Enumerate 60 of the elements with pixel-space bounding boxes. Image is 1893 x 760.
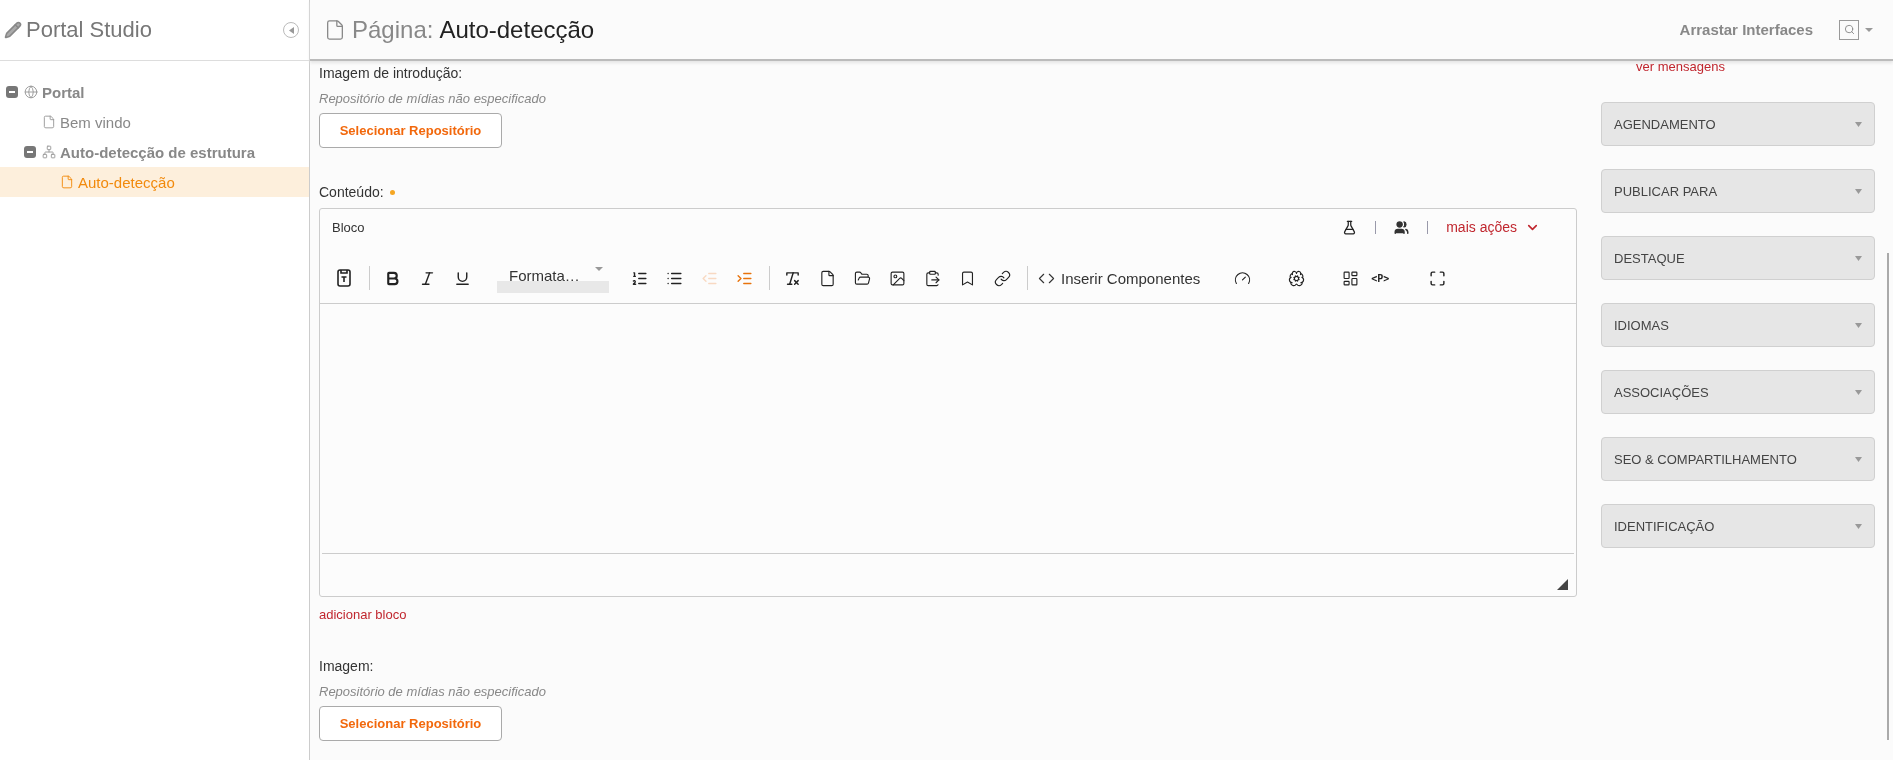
layout-icon <box>1341 269 1359 287</box>
caret-down-icon <box>1855 389 1862 395</box>
block-title: Bloco <box>332 219 366 235</box>
paragraph-tag-button[interactable]: <P> <box>1369 272 1392 284</box>
caret-down-icon <box>1855 456 1862 462</box>
accordion-header[interactable]: SEO & COMPARTILHAMENTO <box>1601 437 1875 481</box>
collapse-icon[interactable] <box>24 146 36 158</box>
page-icon <box>818 269 836 287</box>
field-label: Imagem: <box>319 658 374 674</box>
template-icon <box>336 268 352 288</box>
accordion-header[interactable]: IDIOMAS <box>1601 303 1875 347</box>
collapse-icon[interactable] <box>6 86 18 98</box>
media-note: Repositório de mídias não especificado <box>319 684 546 699</box>
accordion-header[interactable]: ASSOCIAÇÕES <box>1601 370 1875 414</box>
clear-format-icon <box>783 269 801 287</box>
caret-down-icon <box>1855 121 1862 127</box>
tree-item[interactable]: Auto-detecção de estrutura <box>0 137 309 167</box>
accordion-header[interactable]: IDENTIFICAÇÃO <box>1601 504 1875 548</box>
caret-left-icon <box>288 26 294 34</box>
brain-gear-icon <box>1287 269 1305 287</box>
clipboard-icon <box>923 269 941 287</box>
underline-icon <box>453 269 471 287</box>
caret-down-icon <box>1855 322 1862 328</box>
gauge-icon <box>1233 269 1251 287</box>
tree-item[interactable]: Bem vindo <box>0 107 309 137</box>
collapse-sidebar-button[interactable] <box>283 22 299 38</box>
more-actions-button[interactable]: mais ações <box>1446 219 1540 235</box>
globe-icon <box>24 85 38 99</box>
page-icon <box>60 175 74 189</box>
image-icon <box>888 269 906 287</box>
resize-handle-icon[interactable] <box>1557 579 1568 590</box>
caret-down-icon <box>1855 523 1862 529</box>
view-messages-link[interactable]: ver mensagens <box>1636 61 1875 77</box>
caret-down-icon <box>1855 255 1862 261</box>
structure-icon <box>42 145 56 159</box>
link-icon <box>993 269 1011 287</box>
accordion-header[interactable]: DESTAQUE <box>1601 236 1875 280</box>
caret-down-icon <box>1855 188 1862 194</box>
tree-item[interactable]: Portal <box>0 77 309 107</box>
page-icon <box>324 18 346 41</box>
page-title: Auto-detecção <box>439 15 595 44</box>
pencil-icon <box>4 21 22 39</box>
insert-components-button[interactable]: Inserir Componentes <box>1034 269 1205 287</box>
search-icon <box>1843 24 1855 35</box>
users-icon[interactable] <box>1394 219 1410 235</box>
scrollbar[interactable] <box>1887 253 1889 740</box>
media-note: Repositório de mídias não especificado <box>319 91 546 106</box>
field-label: Imagem de introdução: <box>319 65 463 81</box>
accordion-header[interactable]: AGENDAMENTO <box>1601 102 1875 146</box>
search-menu-button[interactable] <box>1839 19 1873 40</box>
page-title-prefix: Página: <box>352 15 434 44</box>
page-icon <box>42 115 56 129</box>
flask-icon[interactable] <box>1342 219 1358 235</box>
field-label: Conteúdo: <box>319 184 384 200</box>
folder-icon <box>853 269 871 287</box>
numbered-list-icon <box>630 269 648 287</box>
add-block-link[interactable]: adicionar bloco <box>319 607 407 622</box>
fullscreen-icon <box>1428 269 1446 287</box>
app-title: Portal Studio <box>26 17 153 43</box>
accordion-header[interactable]: PUBLICAR PARA <box>1601 169 1875 213</box>
